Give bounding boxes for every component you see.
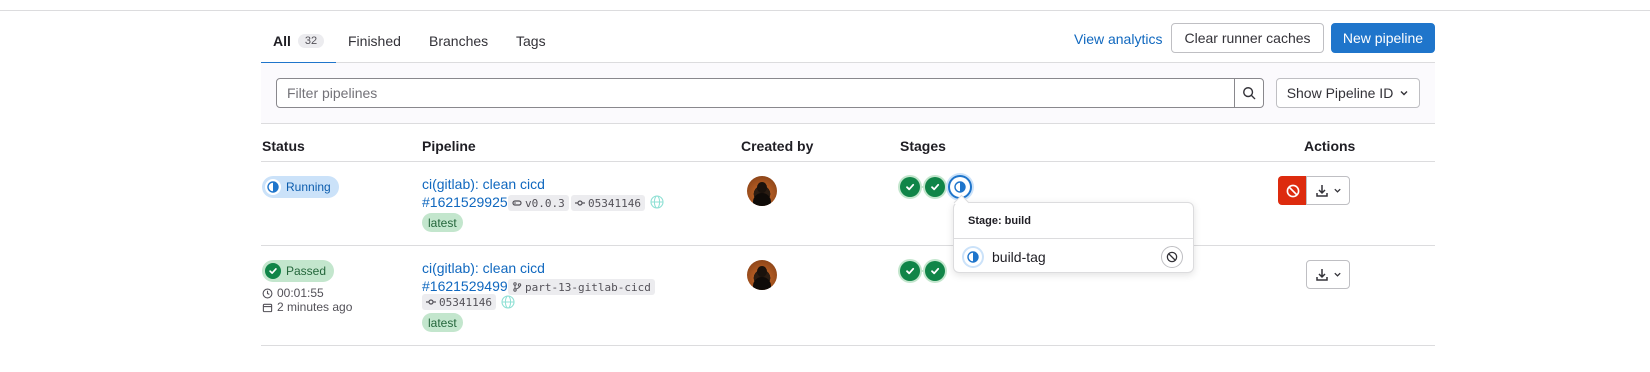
tab-all-count-badge: 32 xyxy=(297,33,325,48)
pipeline-id-link[interactable]: #1621529499 xyxy=(422,278,508,294)
chevron-down-icon xyxy=(1400,91,1408,96)
header-pipeline: Pipeline xyxy=(422,138,476,154)
duration-value: 00:01:55 xyxy=(277,286,324,300)
check-icon xyxy=(265,263,281,279)
chevron-down-icon xyxy=(1333,188,1341,193)
status-label: Passed xyxy=(286,264,327,278)
header-actions: Actions xyxy=(1304,138,1356,154)
running-icon xyxy=(265,179,281,195)
show-pipeline-id-label: Show Pipeline ID xyxy=(1286,85,1394,101)
download-icon xyxy=(1315,268,1328,281)
commit-sha: 05341146 xyxy=(588,196,641,210)
tab-all[interactable]: All 32 xyxy=(261,18,337,64)
row-divider xyxy=(261,245,1435,246)
tab-finished[interactable]: Finished xyxy=(348,18,401,63)
stage-popover: Stage: build build-tag xyxy=(953,202,1194,273)
avatar[interactable] xyxy=(747,176,777,206)
ref-label: part-13-gitlab-cicd xyxy=(525,280,651,294)
status-label: Running xyxy=(286,180,331,194)
pipeline-commit-chip[interactable]: 05341146 xyxy=(422,294,496,310)
duration: 00:01:55 xyxy=(262,286,324,300)
filter-pipelines-input[interactable] xyxy=(276,78,1235,108)
status-badge-running[interactable]: Running xyxy=(262,176,339,198)
row-divider xyxy=(261,345,1435,346)
stage-success-icon[interactable] xyxy=(900,177,920,197)
cancel-pipeline-button[interactable] xyxy=(1278,176,1307,205)
commit-icon xyxy=(426,299,436,305)
stage-job-item[interactable]: build-tag xyxy=(964,247,1186,267)
new-pipeline-button[interactable]: New pipeline xyxy=(1331,23,1435,53)
latest-badge: latest xyxy=(422,213,463,232)
tag-icon xyxy=(512,200,522,206)
download-icon xyxy=(1315,184,1328,197)
tab-branches[interactable]: Branches xyxy=(429,18,488,63)
ref-label: v0.0.3 xyxy=(525,196,565,210)
globe-icon xyxy=(501,295,515,309)
chevron-down-icon xyxy=(1333,272,1341,277)
latest-badge: latest xyxy=(422,313,463,332)
header-created-by: Created by xyxy=(741,138,814,154)
finished-value: 2 minutes ago xyxy=(277,300,353,314)
header-divider xyxy=(261,161,1435,162)
stage-success-icon[interactable] xyxy=(900,261,920,281)
tab-all-label: All xyxy=(273,32,291,49)
avatar[interactable] xyxy=(747,260,777,290)
branch-icon xyxy=(513,282,522,292)
pipeline-commit-title[interactable]: ci(gitlab): clean cicd xyxy=(422,260,545,276)
view-analytics-link[interactable]: View analytics xyxy=(1074,24,1162,54)
status-badge-passed[interactable]: Passed xyxy=(262,260,335,282)
cancel-icon xyxy=(1286,184,1299,197)
pipeline-ref-chip[interactable]: v0.0.3 xyxy=(508,195,569,211)
clear-runner-caches-button[interactable]: Clear runner caches xyxy=(1171,23,1324,53)
pipeline-commit-chip[interactable]: 05341146 xyxy=(571,195,645,211)
download-artifacts-dropdown[interactable] xyxy=(1306,260,1350,289)
download-artifacts-dropdown[interactable] xyxy=(1306,176,1350,205)
pipeline-ref-chip[interactable]: part-13-gitlab-cicd xyxy=(508,279,655,295)
search-icon xyxy=(1243,87,1256,100)
stage-popover-title: Stage: build xyxy=(968,215,1031,227)
commit-sha: 05341146 xyxy=(439,295,492,309)
header-stages: Stages xyxy=(900,138,946,154)
running-icon xyxy=(964,248,982,266)
cancel-job-button[interactable] xyxy=(1161,246,1183,268)
finished-time: 2 minutes ago xyxy=(262,300,352,314)
pipeline-id-link[interactable]: #1621529925 xyxy=(422,194,508,210)
commit-icon xyxy=(575,200,585,206)
globe-icon xyxy=(650,195,664,209)
stage-success-icon[interactable] xyxy=(925,177,945,197)
search-button[interactable] xyxy=(1234,78,1264,108)
calendar-icon xyxy=(262,303,273,312)
top-divider xyxy=(0,10,1650,11)
stage-success-icon[interactable] xyxy=(925,261,945,281)
clock-icon xyxy=(262,288,273,298)
job-name: build-tag xyxy=(992,249,1046,265)
show-pipeline-id-dropdown[interactable]: Show Pipeline ID xyxy=(1276,78,1420,108)
popover-divider xyxy=(954,238,1193,239)
stage-running-icon[interactable] xyxy=(950,177,970,197)
cancel-icon xyxy=(1166,251,1178,263)
pipeline-commit-title[interactable]: ci(gitlab): clean cicd xyxy=(422,176,545,192)
tab-tags[interactable]: Tags xyxy=(516,18,546,63)
header-status: Status xyxy=(262,138,305,154)
